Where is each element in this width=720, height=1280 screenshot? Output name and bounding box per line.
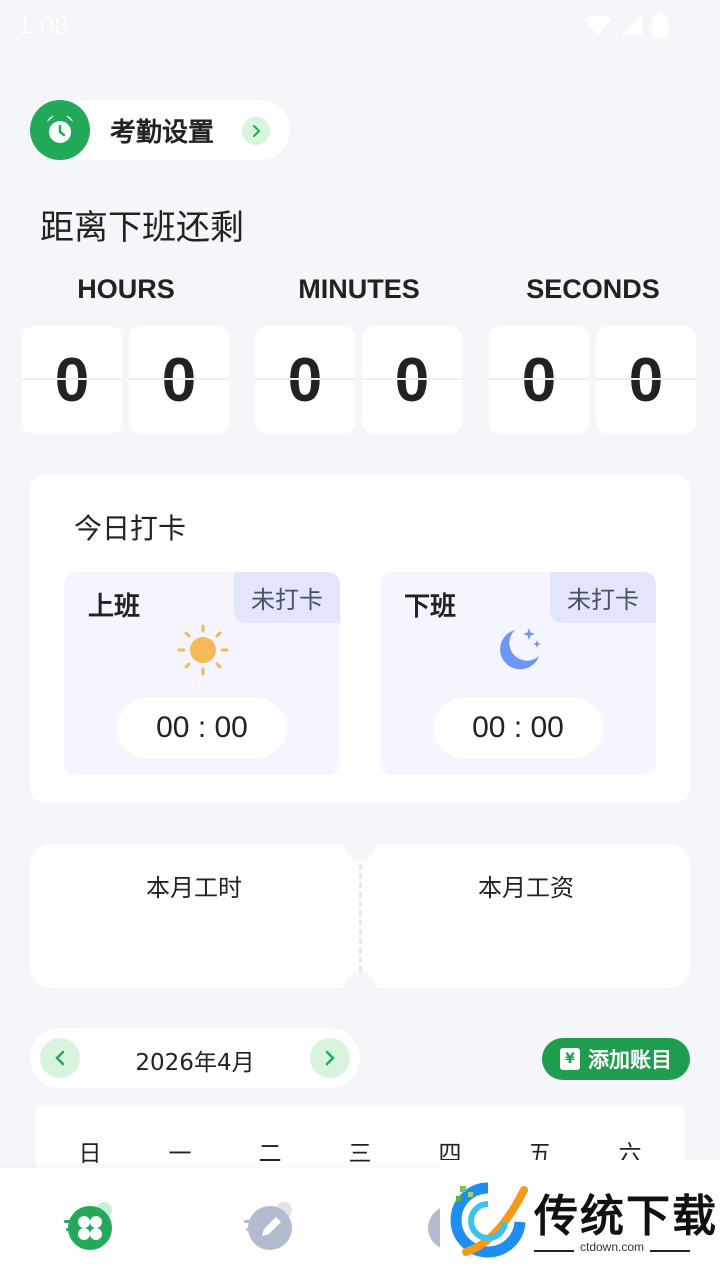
seconds-label: SECONDS — [526, 274, 660, 304]
attendance-settings-button[interactable]: 考勤设置 — [30, 100, 290, 160]
minutes-label: MINUTES — [298, 274, 420, 304]
clock-in-box[interactable]: 上班 未打卡 00 : 00 — [64, 572, 340, 775]
add-ledger-button[interactable]: ¥ 添加账目 — [542, 1038, 690, 1080]
chevron-right-icon — [242, 117, 270, 145]
monthly-salary-label: 本月工资 — [478, 874, 574, 902]
monthly-salary-card[interactable]: 本月工资 — [362, 844, 690, 988]
ticket-notch-bottom — [344, 972, 376, 1004]
status-time: 1:08 — [18, 10, 69, 40]
watermark: 传统下载 ctdown.com — [440, 1160, 720, 1280]
minutes-digit-ones: 0 — [362, 326, 462, 434]
wifi-icon — [585, 15, 611, 35]
clock-in-time: 00 : 00 — [117, 698, 287, 758]
sun-icon — [177, 624, 229, 676]
today-title: 今日打卡 — [74, 512, 187, 545]
weekday-mon: 一 — [168, 1141, 192, 1167]
monthly-hours-label: 本月工时 — [146, 874, 242, 902]
hours-label: HOURS — [77, 274, 175, 304]
weekday-wed: 三 — [348, 1141, 372, 1167]
watermark-line-right — [650, 1250, 690, 1252]
settings-label: 考勤设置 — [110, 117, 215, 148]
seconds-digit-tens: 0 — [489, 326, 589, 434]
monthly-hours-card[interactable]: 本月工时 — [30, 844, 358, 988]
clock-in-label: 上班 — [88, 592, 141, 622]
chevron-right-icon — [325, 1050, 335, 1066]
add-ledger-label: 添加账目 — [588, 1048, 672, 1072]
weekday-sun: 日 — [78, 1141, 102, 1167]
clock-out-time: 00 : 00 — [433, 698, 603, 758]
today-punch-card: 今日打卡 上班 未打卡 00 : 00 下班 未打卡 00 : 00 — [30, 475, 690, 803]
clock-out-box[interactable]: 下班 未打卡 00 : 00 — [380, 572, 656, 775]
signal-icon — [622, 15, 642, 35]
alarm-clock-icon — [30, 100, 90, 160]
month-navigator: 2026年4月 — [30, 1028, 360, 1088]
status-bar: 1:08 — [0, 0, 720, 50]
home-tab-clover-icon[interactable] — [60, 1198, 120, 1252]
ledger-icon: ¥ — [560, 1048, 580, 1070]
moon-icon — [500, 628, 541, 670]
battery-icon — [652, 12, 668, 38]
next-month-button[interactable] — [310, 1038, 350, 1078]
clock-in-status-badge: 未打卡 — [234, 572, 340, 623]
hours-digit-ones: 0 — [129, 326, 229, 434]
weekday-tue: 二 — [258, 1141, 282, 1167]
hours-digit-tens: 0 — [22, 326, 122, 434]
clock-out-label: 下班 — [404, 592, 457, 622]
record-tab-pencil-icon[interactable] — [240, 1198, 300, 1252]
clock-out-status-badge: 未打卡 — [550, 572, 656, 623]
countdown-title: 距离下班还剩 — [40, 208, 244, 248]
seconds-digit-ones: 0 — [596, 326, 696, 434]
ticket-divider — [359, 864, 362, 972]
watermark-title: 传统下载 — [534, 1191, 718, 1242]
watermark-logo-icon — [450, 1182, 528, 1258]
minutes-digit-tens: 0 — [255, 326, 355, 434]
status-icons — [584, 12, 668, 38]
ticket-notch-top — [344, 828, 376, 860]
